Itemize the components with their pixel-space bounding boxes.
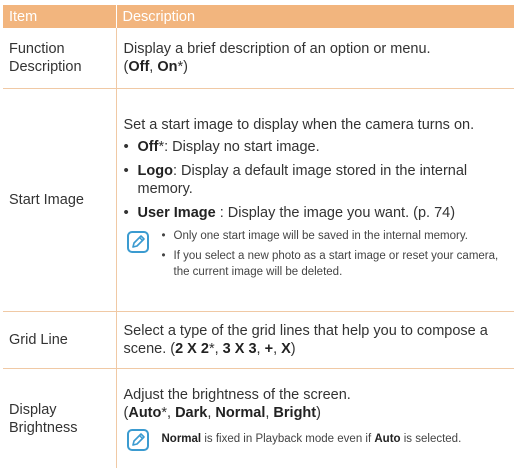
note-pencil-icon: [126, 230, 150, 254]
description-text: Adjust the brightness of the screen.: [124, 386, 511, 404]
description-cell: Set a start image to display when the ca…: [116, 89, 514, 312]
list-item: If you select a new photo as a start ima…: [162, 248, 511, 280]
settings-table: Item Description Function Description Di…: [3, 5, 514, 468]
list-item: Only one start image will be saved in th…: [162, 228, 511, 244]
description-cell: Display a brief description of an option…: [116, 28, 514, 89]
table-row: Start Image Set a start image to display…: [3, 89, 514, 312]
table-header-row: Item Description: [3, 5, 514, 28]
list-item: User Image : Display the image you want.…: [124, 204, 511, 222]
note-pencil-icon: [126, 428, 150, 452]
item-cell: Function Description: [3, 28, 116, 89]
item-cell: Start Image: [3, 89, 116, 312]
table-row: Display Brightness Adjust the brightness…: [3, 369, 514, 468]
note-box: Only one start image will be saved in th…: [124, 228, 511, 284]
table-row: Grid Line Select a type of the grid line…: [3, 312, 514, 369]
description-text: Set a start image to display when the ca…: [124, 116, 511, 134]
option-list: Off*: Display no start image. Logo: Disp…: [124, 138, 511, 222]
item-cell: Display Brightness: [3, 369, 116, 468]
list-item: Off*: Display no start image.: [124, 138, 511, 156]
table-row: Function Description Display a brief des…: [3, 28, 514, 89]
note-text: Normal is fixed in Playback mode even if…: [162, 428, 462, 447]
option-line: (Auto*, Dark, Normal, Bright): [124, 404, 511, 422]
note-box: Normal is fixed in Playback mode even if…: [124, 428, 511, 452]
option-off: Off: [128, 59, 149, 75]
option-on: On: [157, 59, 177, 75]
description-cell: Adjust the brightness of the screen. (Au…: [116, 369, 514, 468]
item-cell: Grid Line: [3, 312, 116, 369]
list-item: Logo: Display a default image stored in …: [124, 162, 511, 198]
description-cell: Select a type of the grid lines that hel…: [116, 312, 514, 369]
note-list: Only one start image will be saved in th…: [162, 228, 511, 284]
description-text: Display a brief description of an option…: [124, 41, 431, 57]
header-description: Description: [116, 5, 514, 28]
header-item: Item: [3, 5, 116, 28]
